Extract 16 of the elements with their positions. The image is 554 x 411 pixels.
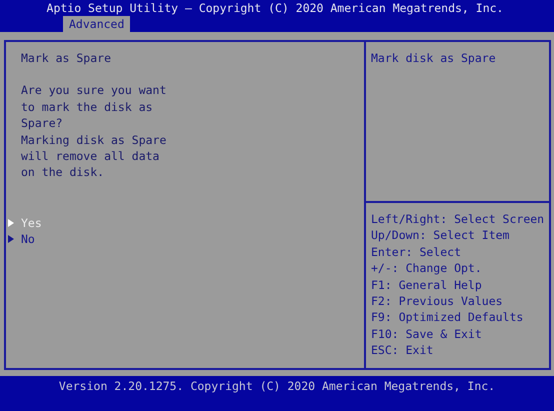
key-hint: F2: Previous Values — [371, 293, 504, 310]
confirmation-message: Are you sure you want to mark the disk as Spare? Marking disk as Spare will remove all data on the disk. — [21, 82, 168, 181]
dialog-title: Mark as Spare — [21, 50, 112, 66]
window-title: Aptio Setup Utility – Copyright (C) 2020 American Megatrends, Inc. — [46, 0, 504, 16]
key-hint: Up/Down: Select Item — [371, 227, 510, 244]
key-hint: F9: Optimized Defaults — [371, 309, 524, 326]
key-hint: F10: Save & Exit — [371, 326, 483, 342]
key-hint: ESC: Exit — [371, 342, 434, 359]
key-hint: Left/Right: Select Screen — [371, 211, 546, 228]
version-text: Version 2.20.1275. Copyright (C) 2020 American Megatrends, Inc. — [58, 379, 496, 393]
tab[interactable]: Advanced — [63, 16, 130, 32]
key-hint: +/-: Change Opt. — [371, 260, 483, 277]
key-hint: Enter: Select — [371, 244, 462, 260]
key-hint: F1: General Help — [371, 276, 483, 294]
option-item[interactable]: No — [8, 231, 364, 248]
help-text: Mark disk as Spare — [371, 51, 496, 65]
